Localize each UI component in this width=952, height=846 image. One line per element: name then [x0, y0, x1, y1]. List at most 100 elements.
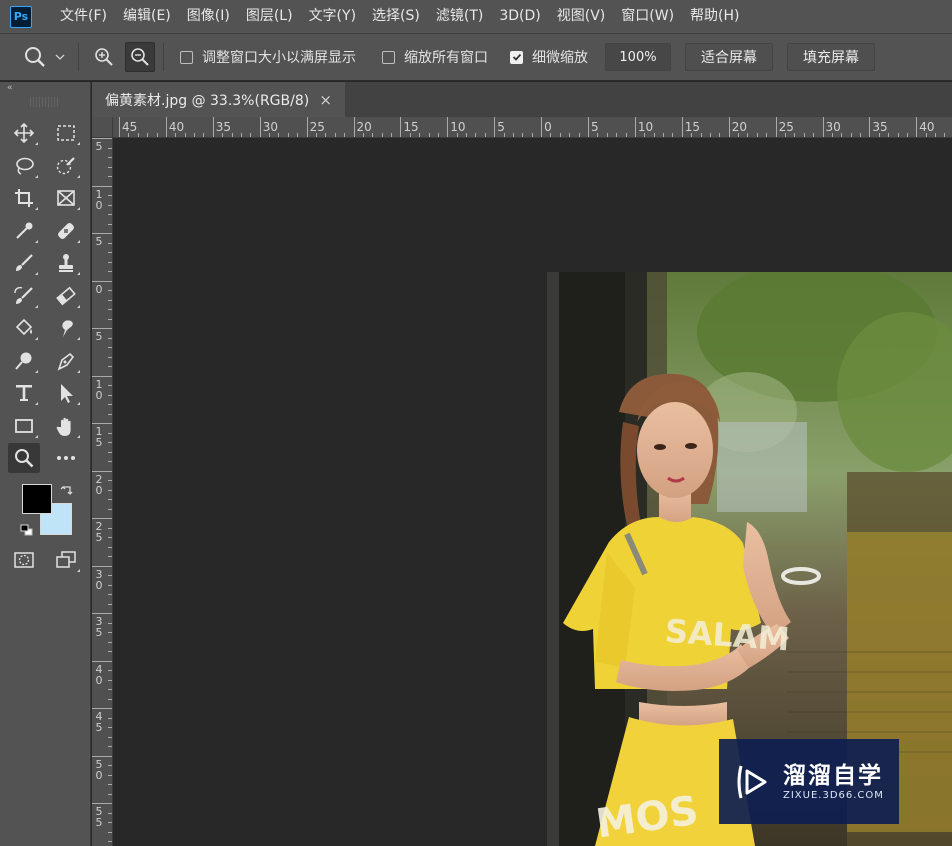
ruler-label: 35 — [215, 120, 232, 134]
brush-tool[interactable] — [8, 248, 40, 278]
zoom-in-button[interactable] — [89, 42, 119, 72]
menu-image[interactable]: 图像(I) — [179, 0, 238, 33]
checkbox-box-checked — [510, 50, 523, 64]
ruler-label: 20 — [731, 120, 747, 134]
ruler-minor-tick — [269, 133, 271, 137]
hand-tool[interactable] — [50, 411, 82, 441]
ruler-minor-tick — [362, 133, 364, 137]
ruler-minor-tick — [108, 347, 112, 348]
pen-icon — [57, 352, 75, 371]
ruler-minor-tick — [108, 242, 112, 244]
smudge-tool[interactable] — [50, 313, 82, 343]
foreground-color-swatch[interactable] — [22, 484, 52, 514]
brush-icon — [16, 254, 33, 271]
arrow-pointer-icon — [61, 384, 73, 403]
default-colors-icon[interactable] — [20, 524, 34, 536]
ruler-minor-tick — [108, 252, 112, 253]
ruler-minor-tick — [240, 133, 242, 137]
ruler-major-tick — [400, 117, 402, 137]
ruler-minor-tick — [616, 133, 618, 137]
swap-colors-icon[interactable] — [60, 483, 74, 497]
frame-tool[interactable] — [50, 183, 82, 213]
eraser-tool[interactable] — [50, 281, 82, 311]
separator — [163, 43, 164, 71]
healing-brush-tool[interactable] — [50, 216, 82, 246]
document-tab-bar: 偏黄素材.jpg @ 33.3%(RGB/8) × — [92, 82, 952, 117]
ruler-minor-tick — [128, 133, 130, 137]
quick-selection-tool[interactable] — [50, 151, 82, 181]
ruler-major-tick — [306, 117, 308, 137]
ruler-origin[interactable] — [92, 117, 113, 138]
ruler-label: 15 — [95, 425, 103, 449]
menu-edit[interactable]: 编辑(E) — [115, 0, 179, 33]
ruler-minor-tick — [108, 727, 112, 728]
pen-tool[interactable] — [50, 346, 82, 376]
type-tool[interactable] — [8, 378, 40, 408]
move-tool[interactable] — [8, 118, 40, 148]
ruler-minor-tick — [108, 584, 112, 586]
ruler-label: 35 — [872, 120, 888, 134]
tool-preset-picker[interactable] — [22, 44, 72, 70]
ruler-minor-tick — [719, 133, 721, 137]
canvas-area[interactable]: SALAM MOS 溜溜自学 ZIXUE.3D66.COM — [113, 138, 952, 846]
quick-mask-button[interactable] — [8, 545, 40, 575]
ruler-minor-tick — [522, 133, 524, 137]
menu-3d[interactable]: 3D(D) — [491, 0, 548, 33]
clone-stamp-tool[interactable] — [50, 248, 82, 278]
photoshop-logo[interactable]: Ps — [10, 5, 32, 28]
ruler-major-tick — [494, 117, 496, 137]
fit-screen-button[interactable]: 适合屏幕 — [685, 43, 773, 71]
menu-view[interactable]: 视图(V) — [549, 0, 614, 33]
crop-tool[interactable] — [8, 183, 40, 213]
scrubby-zoom-checkbox[interactable]: 细微缩放 — [510, 47, 588, 67]
zoom-tool[interactable] — [8, 443, 40, 473]
menu-layer[interactable]: 图层(L) — [238, 0, 301, 33]
screen-mode-button[interactable] — [50, 545, 82, 575]
history-brush-icon — [14, 286, 33, 304]
more-tools[interactable] — [50, 443, 82, 473]
quick-selection-icon — [56, 157, 75, 175]
ruler-minor-tick — [108, 717, 112, 719]
ruler-minor-tick — [334, 133, 336, 137]
ruler-minor-tick — [108, 632, 112, 633]
ruler-label: 30 — [95, 567, 103, 592]
history-brush-tool[interactable] — [8, 281, 40, 311]
zoom-out-button[interactable] — [125, 42, 155, 72]
zoom-percentage-field[interactable]: 100% — [605, 43, 671, 71]
ruler-minor-tick — [606, 133, 608, 137]
options-bar: 调整窗口大小以满屏显示 缩放所有窗口 细微缩放 100% 适合屏幕 填充屏幕 — [0, 33, 952, 81]
document-tab[interactable]: 偏黄素材.jpg @ 33.3%(RGB/8) × — [92, 82, 345, 117]
ruler-minor-tick — [756, 133, 758, 137]
ruler-minor-tick — [503, 133, 505, 137]
menu-file[interactable]: 文件(F) — [52, 0, 115, 33]
lasso-tool[interactable] — [8, 151, 40, 181]
ruler-minor-tick — [925, 133, 927, 137]
ruler-label: 45 — [122, 120, 138, 134]
close-icon[interactable]: × — [319, 91, 332, 109]
menu-type[interactable]: 文字(Y) — [301, 0, 364, 33]
panel-grip[interactable] — [30, 97, 60, 107]
dodge-tool[interactable] — [8, 346, 40, 376]
rectangle-tool[interactable] — [8, 411, 40, 441]
zoom-all-windows-checkbox[interactable]: 缩放所有窗口 — [382, 47, 488, 67]
path-selection-tool[interactable] — [50, 378, 82, 408]
horizontal-ruler[interactable]: 45 40 35 30 25 20 15 10 5 0 5 10 15 20 25 30 35 40 — [92, 117, 952, 138]
vertical-ruler[interactable]: 51050510152025303540455055 — [92, 117, 113, 846]
menu-window[interactable]: 窗口(W) — [613, 0, 682, 33]
menu-help[interactable]: 帮助(H) — [682, 0, 747, 33]
marquee-tool[interactable] — [50, 118, 82, 148]
collapse-panel-icon[interactable]: « — [0, 82, 90, 95]
ruler-major-tick — [92, 280, 112, 282]
ruler-minor-tick — [108, 603, 112, 605]
eyedropper-tool[interactable] — [8, 216, 40, 246]
menu-select[interactable]: 选择(S) — [364, 0, 428, 33]
resize-windows-label: 调整窗口大小以满屏显示 — [202, 50, 356, 66]
frame-icon — [57, 190, 75, 206]
ruler-minor-tick — [625, 133, 627, 137]
ruler-minor-tick — [475, 133, 477, 137]
resize-windows-checkbox[interactable]: 调整窗口大小以满屏显示 — [180, 47, 356, 67]
paint-bucket-tool[interactable] — [8, 313, 40, 343]
fill-screen-button[interactable]: 填充屏幕 — [787, 43, 875, 71]
ruler-minor-tick — [108, 765, 112, 766]
menu-filter[interactable]: 滤镜(T) — [428, 0, 491, 33]
